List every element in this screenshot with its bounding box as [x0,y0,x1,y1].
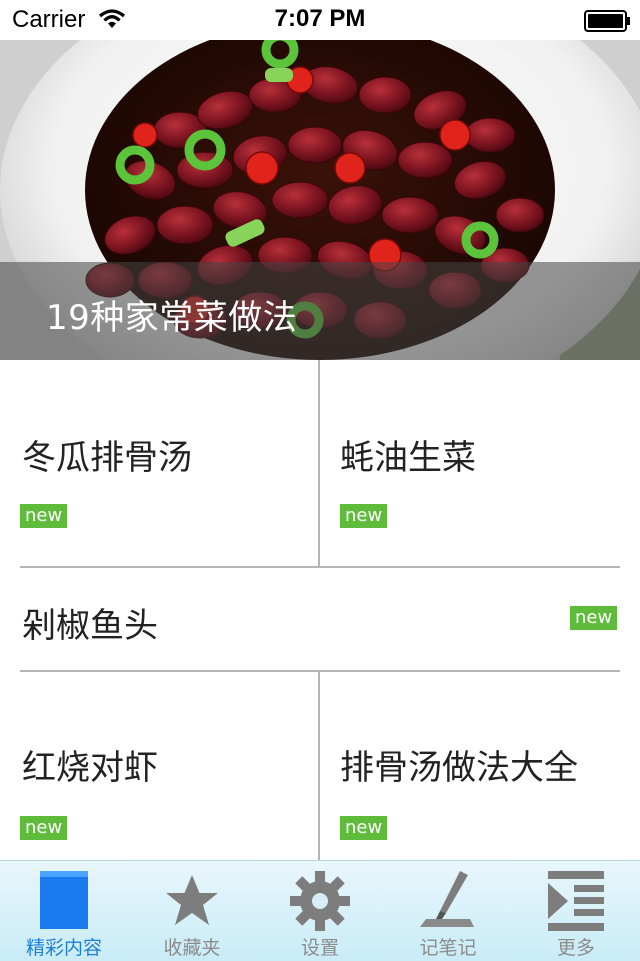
recipe-item[interactable]: 冬瓜排骨汤 new [0,360,318,566]
recipe-title: 排骨汤做法大全 [340,748,578,788]
tab-settings[interactable]: 设置 [256,861,384,961]
recipe-item[interactable]: 红烧对虾 new [0,672,318,860]
recipe-item[interactable]: 蚝油生菜 new [320,360,640,566]
star-icon [160,869,224,933]
new-badge: new [20,504,68,528]
recipe-item[interactable]: 剁椒鱼头 new [0,568,640,670]
recipe-title: 红烧对虾 [22,748,158,788]
tab-more[interactable]: 更多 [512,861,640,961]
new-badge: new [570,606,618,630]
new-badge: new [20,816,68,840]
featured-banner[interactable]: 19种家常菜做法 [0,40,640,360]
more-list-icon [544,869,608,933]
divider [318,672,320,860]
gear-icon [288,869,352,933]
tab-bar: 精彩内容 收藏夹 设置 记笔记 更多 [0,860,640,961]
divider [318,360,320,566]
tab-label: 收藏夹 [163,937,221,959]
recipe-item[interactable]: 排骨汤做法大全 new [320,672,640,860]
tab-favorites[interactable]: 收藏夹 [128,861,256,961]
recipe-grid: 冬瓜排骨汤 new 蚝油生菜 new 剁椒鱼头 new 红烧对虾 new 排骨汤… [0,360,640,860]
battery-icon [584,10,630,32]
tab-label: 精彩内容 [25,937,102,959]
tab-label: 设置 [300,937,339,959]
recipe-title: 剁椒鱼头 [22,606,158,646]
recipe-title: 蚝油生菜 [340,438,476,478]
banner-caption: 19种家常菜做法 [46,298,298,338]
status-bar: Carrier 7:07 PM [0,0,640,40]
tab-label: 记笔记 [419,937,477,959]
new-badge: new [340,504,388,528]
status-time: 7:07 PM [274,5,366,32]
pen-icon [416,869,480,933]
new-badge: new [340,816,388,840]
featured-icon [32,869,96,933]
recipe-title: 冬瓜排骨汤 [22,438,192,478]
tab-label: 更多 [556,937,595,959]
tab-notes[interactable]: 记笔记 [384,861,512,961]
tab-featured[interactable]: 精彩内容 [0,861,128,961]
